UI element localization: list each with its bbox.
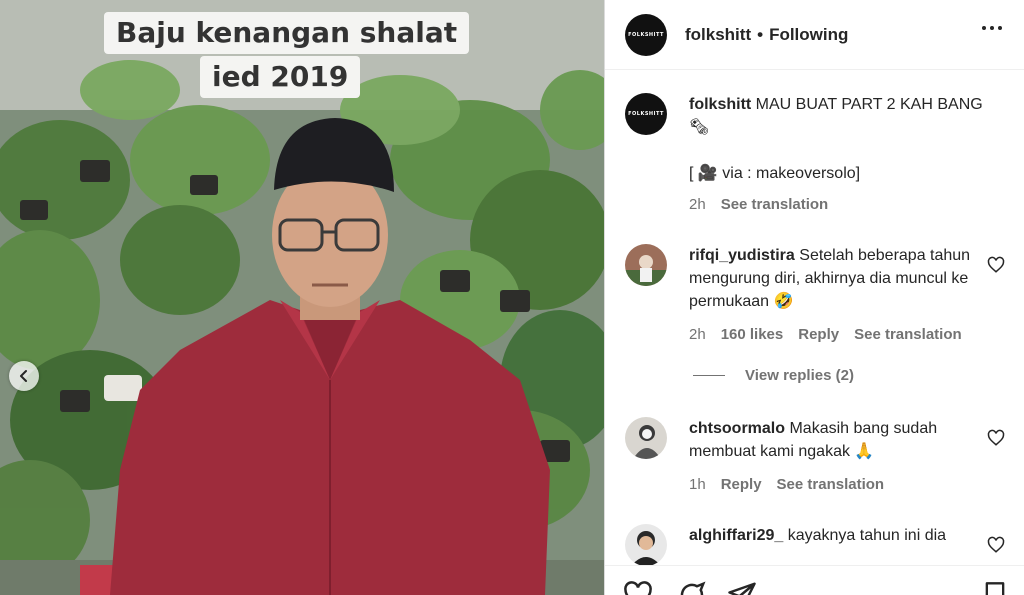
caption-text-block: folkshitt MAU BUAT PART 2 KAH BANG 🗞 [689, 93, 989, 139]
more-options-button[interactable] [982, 26, 1002, 30]
following-button[interactable]: Following [769, 25, 848, 45]
post-header: FOLKSHITT folkshitt • Following [605, 0, 1024, 70]
post-media[interactable]: Baju kenangan shalat ied 2019 [0, 0, 604, 595]
more-icon [982, 26, 986, 30]
comment-reply-button[interactable]: Reply [721, 473, 762, 496]
header-separator: • [757, 24, 764, 44]
view-replies-button[interactable]: View replies (2) [693, 367, 854, 384]
comment-see-translation-button[interactable]: See translation [777, 473, 885, 496]
author-username-link[interactable]: folkshitt [685, 25, 751, 45]
comment-time: 2h [689, 326, 706, 343]
chevron-left-icon [20, 370, 27, 382]
author-avatar[interactable]: FOLKSHITT [625, 13, 667, 56]
caption-see-translation-button[interactable]: See translation [721, 193, 829, 216]
comment-time: 1h [689, 476, 706, 493]
video-caption-line-2: ied 2019 [200, 56, 361, 98]
heart-icon[interactable] [987, 256, 1005, 274]
previous-media-button[interactable] [9, 361, 39, 391]
comment-likes-button[interactable]: 160 likes [721, 323, 784, 346]
post-action-bar [605, 565, 1024, 595]
caption-time: 2h [689, 196, 706, 213]
heart-icon[interactable] [623, 580, 653, 595]
caption-author-avatar[interactable]: FOLKSHITT [625, 93, 667, 135]
share-icon[interactable] [727, 580, 757, 595]
commenter-username-link[interactable]: chtsoormalo [689, 420, 785, 437]
post-side-panel: FOLKSHITT folkshitt • Following FOLKSHIT… [604, 0, 1024, 595]
commenter-avatar[interactable] [625, 524, 667, 565]
bookmark-icon[interactable] [981, 580, 1009, 595]
caption-credit: [ 🎥 via : makeoversolo] [689, 165, 861, 182]
replies-divider [693, 375, 725, 376]
commenter-username-link[interactable]: alghiffari29_ [689, 527, 783, 544]
comment-icon[interactable] [677, 580, 707, 595]
comments-list[interactable]: FOLKSHITT folkshitt MAU BUAT PART 2 KAH … [605, 71, 1024, 565]
commenter-avatar[interactable] [625, 417, 667, 459]
comment-see-translation-button[interactable]: See translation [854, 323, 962, 346]
view-replies-label: View replies (2) [745, 367, 854, 384]
heart-icon[interactable] [987, 536, 1005, 554]
video-caption-line-1: Baju kenangan shalat [104, 12, 470, 54]
caption-username-link[interactable]: folkshitt [689, 96, 751, 113]
comment-text: kayaknya tahun ini dia [787, 527, 947, 544]
commenter-avatar[interactable] [625, 244, 667, 286]
commenter-username-link[interactable]: rifqi_yudistira [689, 247, 795, 264]
comment-reply-button[interactable]: Reply [798, 323, 839, 346]
heart-icon[interactable] [987, 429, 1005, 447]
